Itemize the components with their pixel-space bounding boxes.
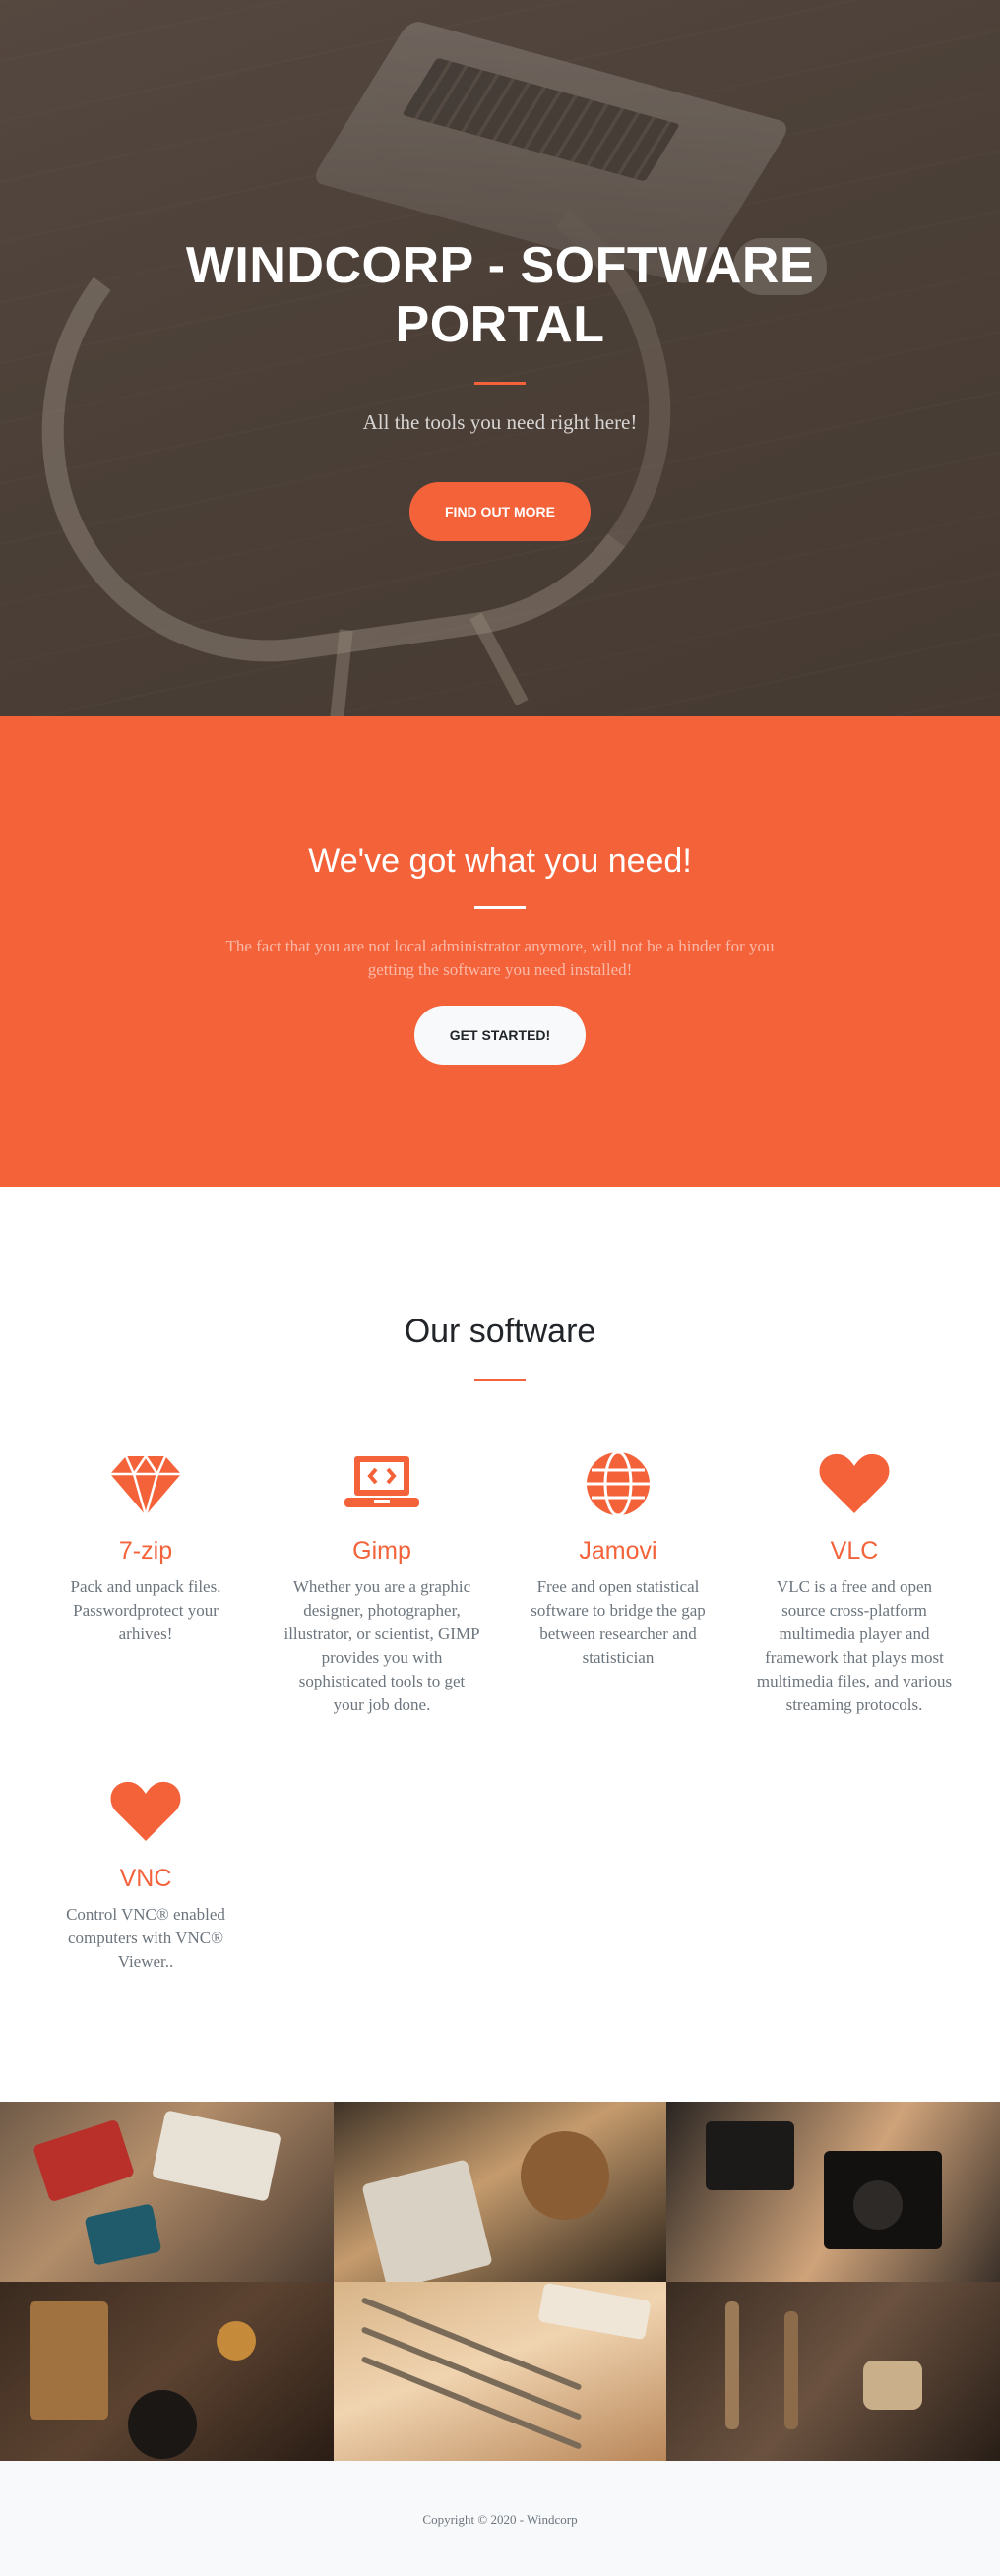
software-name: Jamovi [579, 1537, 657, 1564]
services-divider [474, 1379, 526, 1381]
hero-subtitle: All the tools you need right here! [362, 410, 638, 434]
about-section: We've got what you need! The fact that y… [0, 716, 1000, 1187]
hero-divider [474, 382, 526, 385]
craft-supplies-photo[interactable] [0, 2102, 334, 2282]
copyright-text: Copyright © 2020 - Windcorp [422, 2512, 578, 2527]
globe-icon [579, 1444, 657, 1523]
software-item-7zip: 7-zip Pack and unpack files. Passwordpro… [28, 1444, 264, 1717]
camera-photo[interactable] [666, 2102, 1000, 2282]
software-item-vnc: VNC Control VNC® enabled computers with … [28, 1772, 264, 1974]
find-out-more-button[interactable]: FIND OUT MORE [409, 482, 591, 541]
kitchen-photo[interactable] [0, 2281, 334, 2461]
about-title: We've got what you need! [308, 842, 692, 880]
software-description: Free and open statistical software to br… [531, 1577, 706, 1667]
software-item-jamovi: Jamovi Free and open statistical softwar… [500, 1444, 736, 1717]
services-section: Our software 7-zip Pack and unpack files… [0, 1187, 1000, 2102]
software-description: Pack and unpack files. Passwordprotect y… [70, 1577, 221, 1643]
software-item-vlc: VLC VLC is a free and open source cross-… [736, 1444, 972, 1717]
software-name: Gimp [352, 1537, 411, 1564]
portfolio-section [0, 2102, 1000, 2461]
laptop-code-icon [343, 1444, 421, 1523]
software-description: VLC is a free and open source cross-plat… [756, 1577, 953, 1714]
heart-icon [815, 1444, 894, 1523]
software-item-gimp: Gimp Whether you are a graphic designer,… [264, 1444, 500, 1717]
tools-photo[interactable] [666, 2281, 1000, 2461]
pencils-photo[interactable] [333, 2281, 667, 2461]
software-name: 7-zip [118, 1537, 173, 1564]
software-name: VLC [830, 1537, 879, 1564]
coasters-photo[interactable] [333, 2102, 667, 2282]
get-started-button[interactable]: GET STARTED! [413, 1006, 587, 1065]
software-description: Control VNC® enabled computers with VNC®… [66, 1905, 225, 1971]
hero-content: WINDCORP - SOFTWARE PORTAL All the tools… [0, 236, 1000, 541]
software-name: VNC [119, 1865, 172, 1892]
software-description: Whether you are a graphic designer, phot… [283, 1577, 480, 1714]
services-title: Our software [404, 1313, 596, 1350]
hero-section: WINDCORP - SOFTWARE PORTAL All the tools… [0, 0, 1000, 716]
software-grid: 7-zip Pack and unpack files. Passwordpro… [28, 1444, 972, 2029]
hero-title: WINDCORP - SOFTWARE PORTAL [185, 237, 815, 353]
footer: Copyright © 2020 - Windcorp [0, 2461, 1000, 2576]
heart-icon [106, 1772, 185, 1851]
gem-icon [106, 1444, 185, 1523]
about-text: The fact that you are not local administ… [225, 937, 775, 979]
about-divider [474, 906, 526, 909]
